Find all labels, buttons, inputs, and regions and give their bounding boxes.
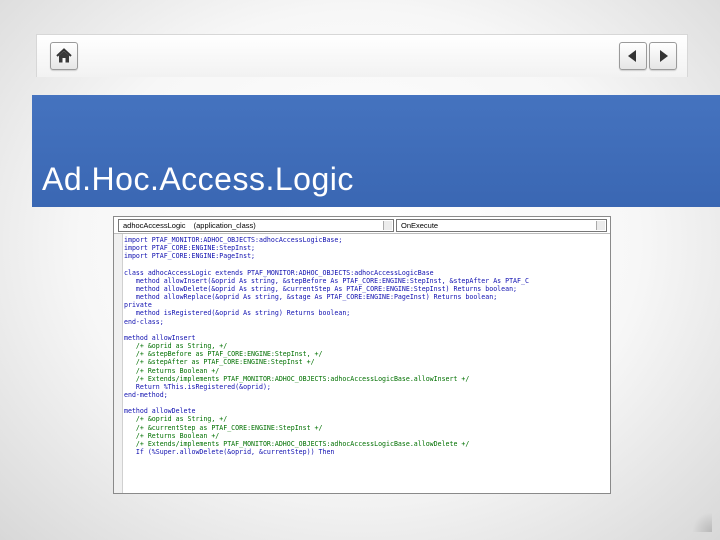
code-body[interactable]: import PTAF_MONITOR:ADHOC_OBJECTS:adhocA… [124, 236, 610, 493]
code-line: import PTAF_CORE:ENGINE:PageInst; [124, 252, 256, 261]
code-line: /+ Extends/implements PTAF_MONITOR:ADHOC… [124, 374, 470, 383]
event-select-label: OnExecute [401, 221, 439, 230]
code-line: method allowDelete(&oprid As string, &cu… [124, 284, 518, 293]
editor-header: adhocAccessLogic (application_class) OnE… [114, 217, 610, 234]
code-line: Return %This.isRegistered(&oprid); [124, 382, 271, 391]
home-button[interactable] [50, 42, 78, 70]
slide-toolbar [36, 34, 688, 77]
code-line: /+ &stepAfter as PTAF_CORE:ENGINE:StepIn… [124, 358, 315, 367]
title-band: Ad.Hoc.Access.Logic [32, 95, 720, 207]
triangle-left-icon [628, 50, 636, 62]
home-icon [56, 48, 72, 63]
code-line: method allowInsert(&oprid As string, &st… [124, 276, 529, 285]
chevron-down-icon [383, 221, 392, 230]
previous-slide-button[interactable] [619, 42, 647, 70]
code-line: method allowReplace(&oprid As string, &s… [124, 293, 498, 302]
event-select[interactable]: OnExecute [396, 219, 607, 232]
code-line: method allowDelete [124, 407, 196, 416]
object-select-label: adhocAccessLogic [123, 221, 186, 230]
code-editor-screenshot: adhocAccessLogic (application_class) OnE… [113, 216, 611, 494]
code-line: /+ &oprid as String, +/ [124, 415, 228, 424]
code-line: method isRegistered(&oprid As string) Re… [124, 309, 351, 318]
next-slide-button[interactable] [649, 42, 677, 70]
code-line: end-class; [124, 317, 164, 326]
code-line: end-method; [124, 390, 168, 399]
code-line: /+ Returns Boolean +/ [124, 366, 220, 375]
code-line: class adhocAccessLogic extends PTAF_MONI… [124, 268, 434, 277]
proc-select-label: (application_class) [193, 221, 256, 230]
code-line: import PTAF_MONITOR:ADHOC_OBJECTS:adhocA… [124, 236, 343, 244]
code-line: /+ &stepBefore as PTAF_CORE:ENGINE:StepI… [124, 350, 323, 359]
code-line: /+ Extends/implements PTAF_MONITOR:ADHOC… [124, 439, 470, 448]
code-line: /+ &oprid as String, +/ [124, 342, 228, 351]
page-curl-decoration [692, 512, 712, 532]
slide-title: Ad.Hoc.Access.Logic [42, 161, 354, 197]
code-line: If (%Super.allowDelete(&oprid, &currentS… [124, 448, 335, 457]
object-select[interactable]: adhocAccessLogic (application_class) [118, 219, 394, 232]
editor-gutter [114, 234, 123, 493]
slide: Ad.Hoc.Access.Logic adhocAccessLogic (ap… [0, 0, 720, 540]
triangle-right-icon [660, 50, 668, 62]
code-line: /+ &currentStep as PTAF_CORE:ENGINE:Step… [124, 423, 323, 432]
chevron-down-icon [596, 221, 605, 230]
code-line: method allowInsert [124, 333, 196, 342]
code-line: private [124, 301, 152, 310]
code-line: import PTAF_CORE:ENGINE:StepInst; [124, 244, 256, 253]
code-line: /+ Returns Boolean +/ [124, 431, 220, 440]
